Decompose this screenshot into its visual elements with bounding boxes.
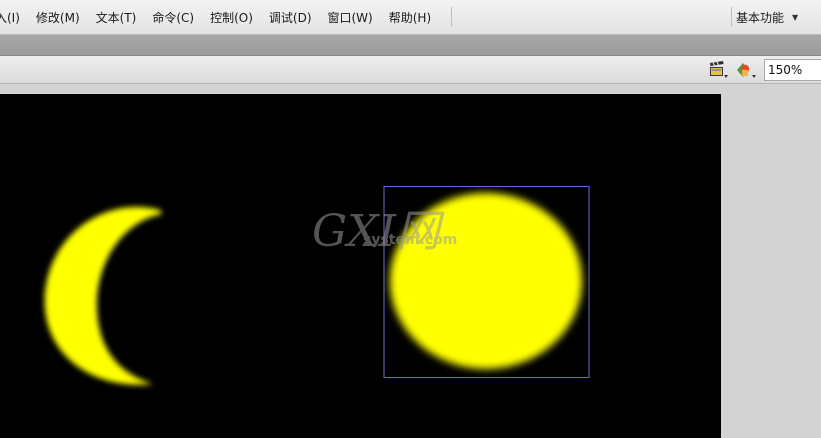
watermark-site-text: system.com: [363, 232, 457, 248]
menu-control[interactable]: 控制(O): [202, 6, 261, 30]
chevron-down-icon: ▼: [792, 13, 799, 22]
document-tab-bar: [0, 35, 821, 56]
zoom-field[interactable]: 150%: [764, 59, 821, 81]
menu-separator: [451, 7, 452, 27]
workspace-switcher[interactable]: 基本功能 ▼: [736, 0, 798, 35]
watermark-logo: GXI网 system.com: [312, 206, 457, 257]
menu-help[interactable]: 帮助(H): [381, 6, 439, 30]
edit-symbols-icon[interactable]: [735, 60, 757, 80]
stage-canvas[interactable]: GXI网 system.com: [0, 94, 721, 438]
clapperboard-icon[interactable]: [707, 60, 729, 80]
menu-separator: [731, 7, 732, 27]
menu-insert[interactable]: 入(I): [0, 6, 28, 30]
menu-commands[interactable]: 命令(C): [144, 6, 202, 30]
edit-bar: [0, 56, 821, 84]
menu-bar: 入(I) 修改(M) 文本(T) 命令(C) 控制(O) 调试(D) 窗口(W)…: [0, 0, 821, 35]
stage-art: GXI网 system.com: [44, 186, 590, 385]
menu-debug[interactable]: 调试(D): [261, 6, 320, 30]
crescent-moon-shape[interactable]: [44, 206, 162, 385]
workspace-label: 基本功能: [736, 11, 785, 25]
menu-text[interactable]: 文本(T): [88, 6, 145, 30]
menu-window[interactable]: 窗口(W): [320, 6, 381, 30]
menu-items: 入(I) 修改(M) 文本(T) 命令(C) 控制(O) 调试(D) 窗口(W)…: [0, 0, 439, 35]
menu-modify[interactable]: 修改(M): [28, 6, 88, 30]
